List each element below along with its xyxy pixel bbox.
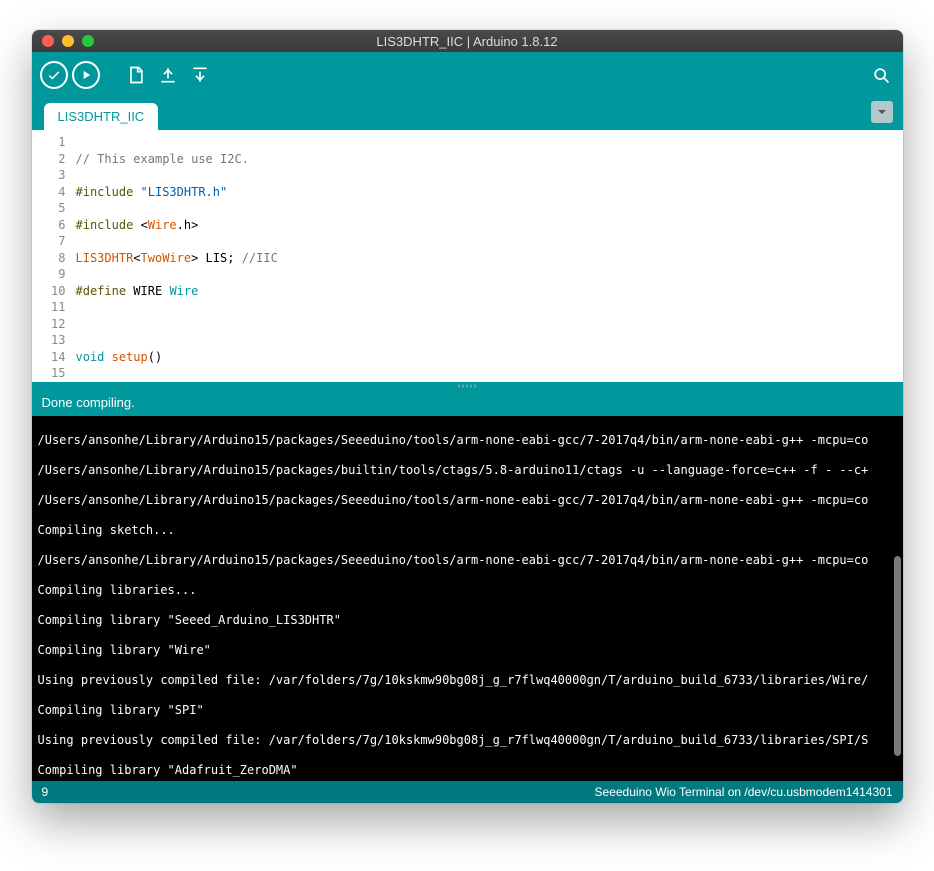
save-sketch-button[interactable] — [186, 61, 214, 89]
close-window-button[interactable] — [42, 35, 54, 47]
window-controls — [42, 35, 94, 47]
open-sketch-button[interactable] — [154, 61, 182, 89]
window-title: LIS3DHTR_IIC | Arduino 1.8.12 — [32, 34, 903, 49]
serial-monitor-button[interactable] — [867, 61, 895, 89]
tab-strip: LIS3DHTR_IIC — [32, 98, 903, 130]
new-sketch-button[interactable] — [122, 61, 150, 89]
console-output[interactable]: /Users/ansonhe/Library/Arduino15/package… — [32, 416, 903, 781]
code-content[interactable]: // This example use I2C. #include "LIS3D… — [72, 130, 705, 382]
arduino-ide-window: LIS3DHTR_IIC | Arduino 1.8.12 LIS3DHTR_I… — [32, 30, 903, 803]
status-message: Done compiling. — [32, 390, 903, 416]
verify-button[interactable] — [40, 61, 68, 89]
zoom-window-button[interactable] — [82, 35, 94, 47]
titlebar: LIS3DHTR_IIC | Arduino 1.8.12 — [32, 30, 903, 52]
upload-button[interactable] — [72, 61, 100, 89]
minimize-window-button[interactable] — [62, 35, 74, 47]
drag-handle-icon — [458, 385, 476, 388]
code-editor[interactable]: 123 456 789 101112 131415 // This exampl… — [32, 130, 903, 382]
toolbar — [32, 52, 903, 98]
console-scrollbar[interactable] — [894, 556, 901, 756]
board-port-label: Seeeduino Wio Terminal on /dev/cu.usbmod… — [595, 785, 893, 799]
cursor-line: 9 — [42, 785, 49, 799]
tab-active[interactable]: LIS3DHTR_IIC — [44, 103, 159, 130]
footer-bar: 9 Seeeduino Wio Terminal on /dev/cu.usbm… — [32, 781, 903, 803]
tab-menu-button[interactable] — [871, 101, 893, 123]
line-number-gutter: 123 456 789 101112 131415 — [32, 130, 72, 382]
editor-console-splitter[interactable] — [32, 382, 903, 390]
